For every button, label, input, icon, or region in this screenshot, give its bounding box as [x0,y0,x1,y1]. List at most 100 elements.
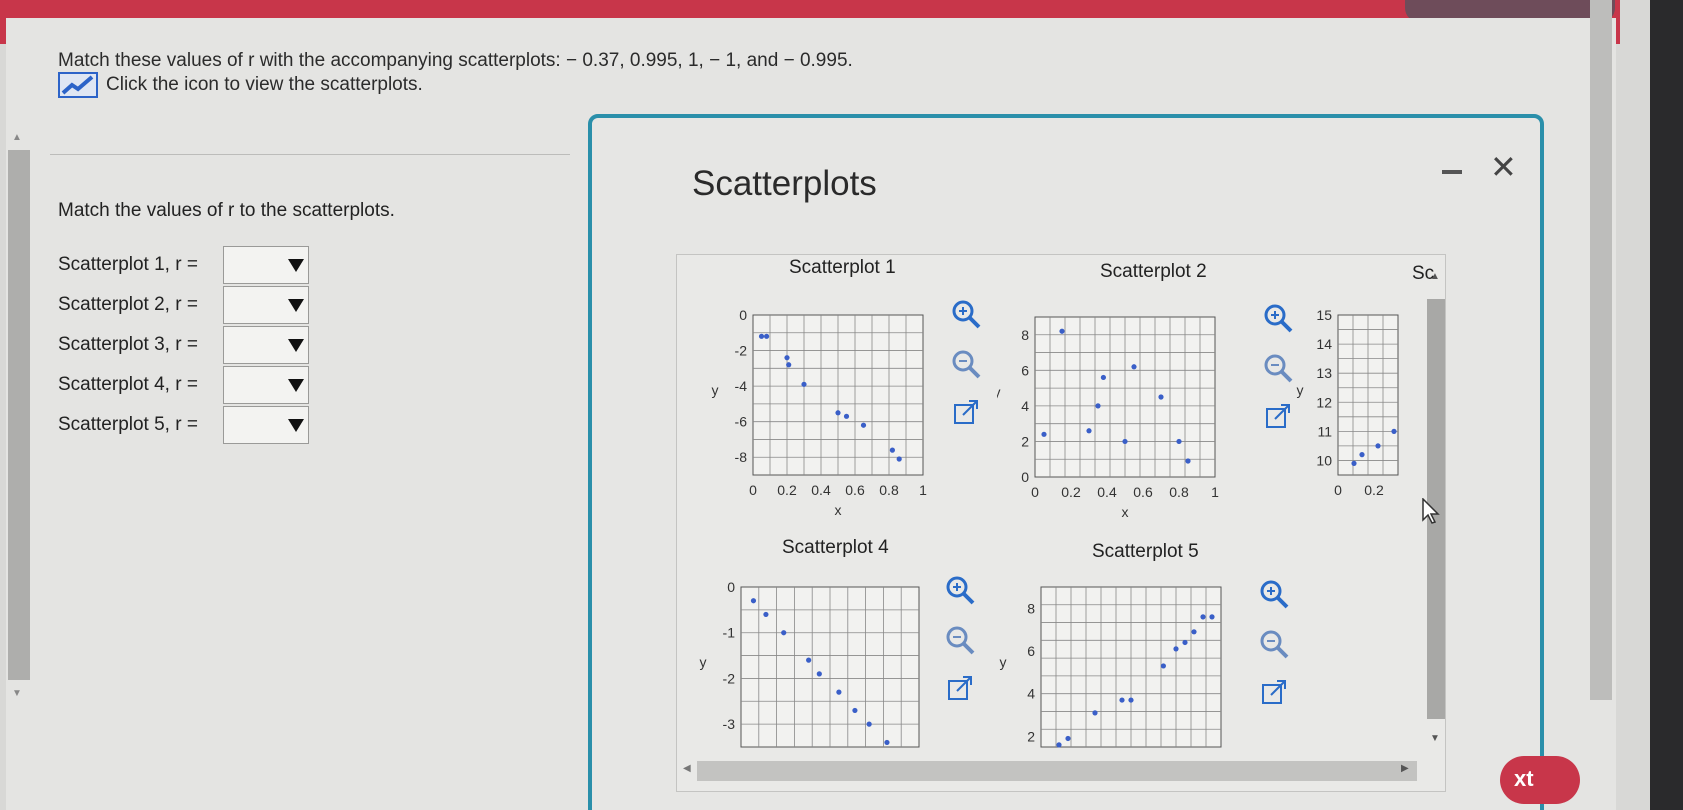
chevron-down-icon[interactable] [288,378,304,392]
popout-icon[interactable] [943,671,977,705]
y-tick-label: 2 [1027,728,1035,744]
scatterplots-dialog: Scatterplots ✕ Scatterplot 1 Scatterplot… [588,114,1544,810]
y-tick-label: -4 [735,378,748,394]
scatterplot-5: 8 6 4 2 y [1000,586,1222,748]
panel-horizontal-scrollbar[interactable] [697,761,1417,781]
zoom-in-icon[interactable] [1257,577,1291,611]
x-tick-label: 0.8 [1169,484,1189,500]
y-tick-label: 4 [1027,686,1035,702]
chevron-down-icon[interactable] [288,298,304,312]
panel-scroll-down[interactable]: ▼ [1430,733,1440,744]
y-tick-label: 0 [727,579,735,595]
r-dropdown-1[interactable] [223,246,309,284]
match-label-3: Scatterplot 3, r = [58,334,198,355]
data-point [1059,328,1065,334]
match-row-4: Scatterplot 4, r = [58,366,309,404]
x-tick-label: 0.4 [811,482,831,498]
data-point [1086,428,1092,434]
panel-scroll-left[interactable]: ◀ [683,763,691,774]
data-point [781,630,787,636]
x-tick-label: 0.6 [1133,484,1153,500]
y-tick-label: -2 [735,343,748,359]
chart-icon[interactable] [58,72,98,98]
scatterplots-panel: Scatterplot 1 Scatterplot 2 Sc Scatterpl… [676,254,1446,792]
chevron-down-icon[interactable] [288,338,304,352]
view-scatterplots-link[interactable]: Click the icon to view the scatterplots. [58,72,423,98]
data-point [1391,428,1397,434]
y-axis-label: y [1000,654,1007,670]
y-tick-label: 2 [1021,433,1029,449]
y-tick-label: 14 [1316,336,1332,352]
scatterplot-2-title: Scatterplot 2 [1100,261,1207,282]
data-point [1191,629,1197,635]
popout-icon[interactable] [1261,399,1295,433]
scroll-up-arrow[interactable]: ▲ [12,132,22,143]
y-tick-label: 4 [1021,398,1029,414]
data-point [786,362,792,368]
x-tick-label: 1 [919,482,927,498]
chevron-down-icon[interactable] [288,258,304,272]
y-tick-label: 0 [1021,469,1029,485]
r-dropdown-5[interactable] [223,406,309,444]
scatterplot-2: 0 0.2 0.4 0.6 0.8 1 0 2 4 6 8 x y [997,316,1219,520]
zoom-out-icon[interactable] [1261,351,1295,385]
zoom-out-icon[interactable] [1257,627,1291,661]
panel-scroll-up[interactable]: ▲ [1430,271,1440,282]
scroll-down-arrow[interactable]: ▼ [12,688,22,699]
y-tick-label: -8 [735,449,748,465]
zoom-in-icon[interactable] [943,573,977,607]
y-tick-label: 6 [1021,362,1029,378]
zoom-in-icon[interactable] [949,297,983,331]
popout-icon[interactable] [1257,675,1291,709]
page-right-gutter [1590,0,1612,700]
y-tick-label: 15 [1316,307,1332,323]
y-tick-label: 8 [1021,327,1029,343]
data-point [801,381,807,387]
data-point [1173,646,1179,652]
data-point [1176,438,1182,445]
data-point [866,721,872,727]
y-tick-label: -6 [735,414,748,430]
scatterplot-3: 0 0.2 15 14 13 12 11 10 y [1297,307,1399,498]
data-point [889,447,895,453]
close-icon[interactable]: ✕ [1490,148,1517,186]
data-point [806,657,812,663]
y-tick-label: 10 [1316,452,1332,468]
popout-icon[interactable] [949,395,983,429]
minimize-icon[interactable] [1442,170,1462,174]
dialog-title: Scatterplots [692,164,877,203]
x-tick-label: 0.6 [845,482,865,498]
data-point [860,422,867,428]
r-dropdown-2[interactable] [223,286,309,324]
zoom-out-icon[interactable] [943,623,977,657]
data-point [758,333,765,339]
left-scrollbar[interactable] [8,150,30,680]
question-text: Match these values of r with the accompa… [58,50,853,71]
data-point [764,333,770,339]
match-instructions: Match the values of r to the scatterplot… [58,200,395,221]
r-dropdown-3[interactable] [223,326,309,364]
match-row-2: Scatterplot 2, r = [58,286,309,324]
data-point [835,410,841,416]
panel-scroll-right[interactable]: ▶ [1401,763,1409,774]
r-dropdown-4[interactable] [223,366,309,404]
match-label-1: Scatterplot 1, r = [58,254,198,275]
data-point [1200,614,1206,620]
next-button[interactable]: xt [1500,756,1580,804]
chevron-down-icon[interactable] [288,418,304,432]
data-point [750,598,757,604]
scatterplot-4: 0 -1 -2 -3 y [700,579,920,748]
view-link-label[interactable]: Click the icon to view the scatterplots. [106,74,423,96]
match-label-4: Scatterplot 4, r = [58,374,198,395]
scatterplot-1: 0 0.2 0.4 0.6 0.8 1 0 -2 -4 -6 -8 x y [712,307,928,518]
data-point [1095,403,1101,409]
zoom-out-icon[interactable] [949,347,983,381]
zoom-in-icon[interactable] [1261,301,1295,335]
x-tick-label: 0 [749,482,757,498]
data-point [836,689,842,695]
y-axis-label: y [1297,382,1304,398]
data-point [1056,742,1062,748]
divider [50,154,570,155]
data-point [1122,438,1128,445]
data-point [1158,394,1164,400]
